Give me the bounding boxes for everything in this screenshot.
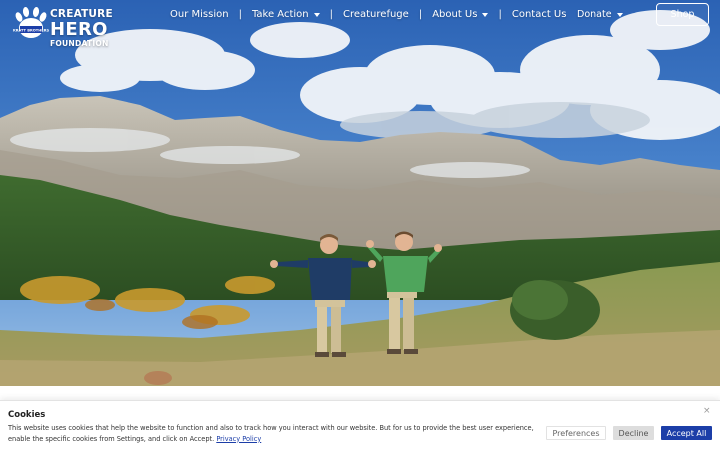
nav-item-creaturefuge[interactable]: Creaturefuge [337, 9, 415, 20]
chevron-down-icon [616, 12, 623, 17]
nav-item-about-us[interactable]: About Us [426, 9, 494, 20]
site-logo[interactable]: KRATT BROTHERS CREATURE HERO FOUNDATION [12, 6, 113, 48]
chevron-down-icon [482, 12, 489, 17]
logo-wordmark: CREATURE HERO FOUNDATION [50, 9, 113, 47]
shop-button[interactable]: Shop [656, 3, 709, 26]
hero-section: KRATT BROTHERS CREATURE HERO FOUNDATION … [0, 0, 720, 386]
nav-separator: | [329, 8, 333, 20]
logo-line-1: CREATURE [50, 8, 113, 20]
nav-item-label: Contact Us [511, 8, 567, 20]
cookie-title: Cookies [8, 410, 46, 420]
cookie-message-text: This website uses cookies that help the … [8, 424, 534, 443]
close-icon[interactable]: × [703, 406, 711, 416]
nav-item-contact-us[interactable]: Contact Us [506, 9, 573, 20]
top-navigation: KRATT BROTHERS CREATURE HERO FOUNDATION … [0, 0, 720, 47]
cookie-message: This website uses cookies that help the … [8, 423, 540, 444]
main-menu: Our Mission | Take Action | Creaturefuge… [164, 7, 572, 21]
nav-item-our-mission[interactable]: Our Mission [164, 9, 235, 20]
donate-menu[interactable]: Donate [577, 7, 623, 21]
hero-image [0, 0, 720, 386]
nav-item-label: Take Action [251, 8, 309, 20]
cookie-banner: Cookies × This website uses cookies that… [0, 400, 720, 450]
decline-button[interactable]: Decline [613, 426, 654, 440]
preferences-button[interactable]: Preferences [546, 426, 606, 440]
nav-item-label: Creaturefuge [342, 8, 409, 20]
nav-item-label: About Us [432, 8, 478, 20]
privacy-policy-link[interactable]: Privacy Policy [216, 435, 261, 443]
logo-line-3: FOUNDATION [50, 38, 109, 48]
chevron-down-icon [313, 12, 320, 17]
nav-item-label: Our Mission [170, 8, 229, 20]
paw-icon: KRATT BROTHERS [13, 7, 50, 38]
nav-separator: | [238, 8, 242, 20]
accept-all-button[interactable]: Accept All [661, 426, 712, 440]
logo-badge-text: KRATT BROTHERS [13, 29, 50, 33]
nav-item-take-action[interactable]: Take Action [246, 9, 326, 20]
logo-line-2: HERO [50, 18, 108, 40]
nav-separator: | [418, 8, 423, 20]
nav-separator: | [498, 8, 502, 20]
donate-label: Donate [577, 8, 612, 20]
